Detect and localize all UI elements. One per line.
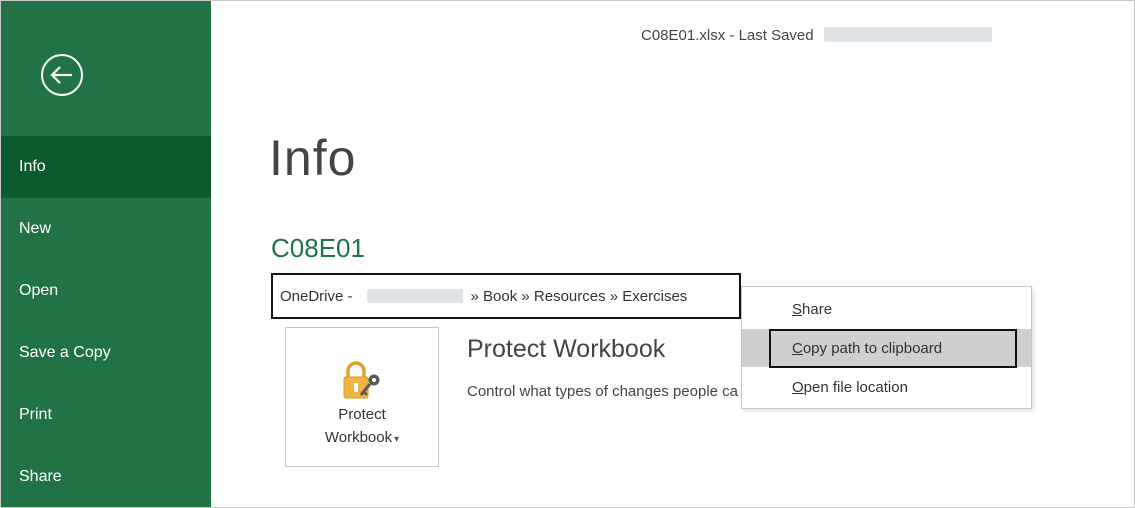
menu-item-share[interactable]: Share [742,290,1031,328]
sidebar-item-save-a-copy[interactable]: Save a Copy [1,322,211,384]
sidebar-item-label: Save a Copy [19,344,111,361]
backstage-sidebar: Info New Open Save a Copy Print Share [1,1,211,507]
sidebar-item-info[interactable]: Info [1,136,211,198]
path-redacted [366,289,463,303]
sidebar-item-label: New [19,220,52,237]
document-title: C08E01.xlsx - Last Saved [641,27,992,44]
last-saved-redacted [823,27,992,42]
path-prefix: OneDrive - [280,287,353,305]
protect-workbook-label: Protect Workbook ▾ [286,403,438,451]
menu-item-label: hare [802,300,833,318]
protect-label-line1: Protect [338,406,386,423]
protect-workbook-button[interactable]: Protect Workbook ▾ [285,327,439,467]
back-arrow-icon [41,54,83,96]
title-bar: C08E01.xlsx - Last Saved [211,1,1134,71]
sidebar-item-label: Share [19,468,62,485]
menu-item-accelerator: C [792,339,803,357]
menu-item-accelerator: S [792,300,803,318]
menu-item-label: opy path to clipboard [802,339,943,357]
back-button[interactable] [39,52,85,98]
sidebar-item-label: Print [19,406,52,423]
page-title: Info [269,130,357,186]
sidebar-item-open[interactable]: Open [1,260,211,322]
lock-key-icon [343,361,380,399]
chevron-down-icon: ▾ [394,434,400,445]
protect-label-line2: Workbook [324,429,393,446]
menu-item-copy-path[interactable]: Copy path to clipboard [742,329,1031,367]
menu-item-open-file-location[interactable]: Open file location [742,368,1031,406]
document-name: C08E01.xlsx [641,27,726,44]
last-saved-label: Last Saved [738,27,814,44]
sidebar-item-new[interactable]: New [1,198,211,260]
sidebar-item-label: Open [19,282,59,299]
backstage-window: Info New Open Save a Copy Print Share C0… [0,0,1135,508]
menu-item-label: pen file location [803,378,908,396]
sidebar-item-share[interactable]: Share [1,446,211,507]
sidebar-item-print[interactable]: Print [1,384,211,446]
menu-item-accelerator: O [792,378,804,396]
path-context-menu: Share Copy path to clipboard Open file l… [741,286,1032,409]
file-path-breadcrumb[interactable]: OneDrive - » Book » Resources » Exercise… [271,273,741,319]
protect-workbook-description: Control what types of changes people can… [467,383,739,400]
file-name: C08E01 [271,233,365,263]
path-suffix: » Book » Resources » Exercises [470,287,688,305]
title-separator: - [729,27,735,44]
protect-workbook-heading: Protect Workbook [467,335,666,363]
sidebar-item-label: Info [19,158,46,175]
